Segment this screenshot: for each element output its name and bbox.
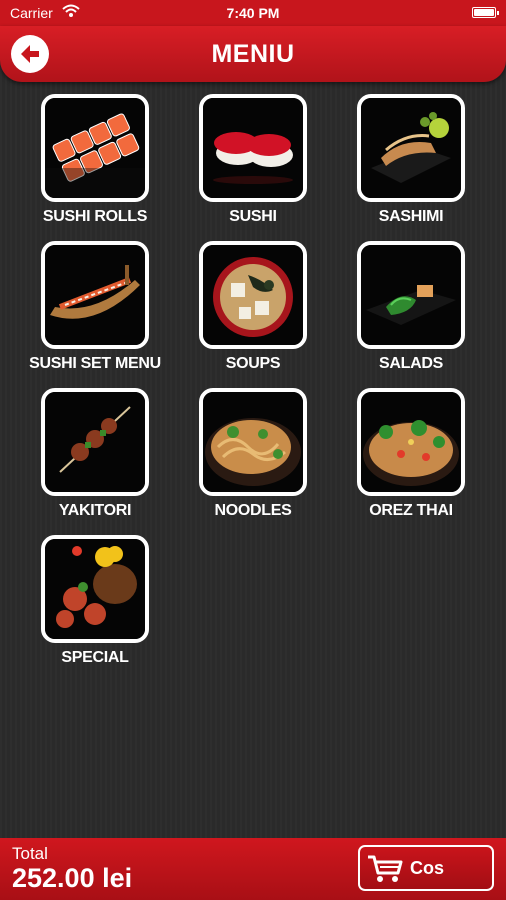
soup-image xyxy=(199,241,307,349)
menu-item-label: OREZ THAI xyxy=(369,502,453,519)
thai-rice-image xyxy=(357,388,465,496)
footer-bar: Total 252.00 lei Cos xyxy=(0,838,506,900)
special-image xyxy=(41,535,149,643)
yakitori-image xyxy=(41,388,149,496)
back-arrow-icon xyxy=(21,45,39,63)
page-title: MENIU xyxy=(211,40,295,68)
cart-button[interactable]: Cos xyxy=(358,845,494,891)
menu-item-sushi-set-menu[interactable]: SUSHI SET MENU xyxy=(20,241,170,373)
menu-item-special[interactable]: SPECIAL xyxy=(20,535,170,667)
menu-item-sushi-rolls[interactable]: SUSHI ROLLS xyxy=(20,94,170,226)
sushi-rolls-image xyxy=(41,94,149,202)
menu-item-yakitori[interactable]: YAKITORI xyxy=(20,388,170,520)
status-bar: Carrier 7:40 PM xyxy=(0,0,506,26)
header-bar: MENIU xyxy=(0,26,506,82)
menu-item-soups[interactable]: SOUPS xyxy=(178,241,328,373)
sushi-boat-image xyxy=(41,241,149,349)
menu-item-label: SUSHI ROLLS xyxy=(42,208,148,225)
menu-item-label: SPECIAL xyxy=(61,649,129,666)
sushi-image xyxy=(199,94,307,202)
menu-item-noodles[interactable]: NOODLES xyxy=(178,388,328,520)
menu-item-label: SASHIMI xyxy=(378,208,444,225)
menu-item-label: SOUPS xyxy=(225,355,281,372)
menu-item-label: SALADS xyxy=(379,355,443,372)
menu-item-orez-thai[interactable]: OREZ THAI xyxy=(336,388,486,520)
total-label: Total xyxy=(12,844,48,863)
back-button[interactable] xyxy=(11,35,49,73)
battery-icon xyxy=(472,7,499,18)
salad-image xyxy=(357,241,465,349)
menu-item-label: YAKITORI xyxy=(58,502,132,519)
shopping-cart-icon xyxy=(368,855,403,882)
menu-item-label: NOODLES xyxy=(214,502,292,519)
cart-label: Cos xyxy=(410,858,445,878)
clock: 7:40 PM xyxy=(226,5,280,21)
menu-item-label: SUSHI SET MENU xyxy=(29,355,161,372)
noodles-image xyxy=(199,388,307,496)
total-value: 252.00 lei xyxy=(12,863,133,893)
sashimi-image xyxy=(357,94,465,202)
menu-item-salads[interactable]: SALADS xyxy=(336,241,486,373)
menu-item-sashimi[interactable]: SASHIMI xyxy=(336,94,486,226)
menu-item-label: SUSHI xyxy=(229,208,277,225)
menu-item-sushi[interactable]: SUSHI xyxy=(178,94,328,226)
